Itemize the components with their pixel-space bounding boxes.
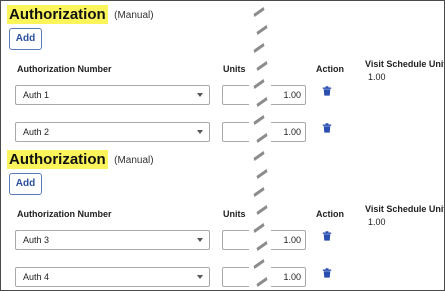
column-header-action: Action [316, 64, 344, 74]
authorization-number-select[interactable]: Auth 3 [15, 230, 210, 250]
authorization-section-manual-2: Authorization (Manual) Add Authorization… [1, 146, 445, 290]
chevron-down-icon [197, 238, 203, 242]
chevron-down-icon [197, 130, 203, 134]
column-header-action: Action [316, 209, 344, 219]
section-header: Authorization (Manual) [7, 5, 154, 24]
authorization-number-selected-value: Auth 2 [23, 127, 50, 137]
section-title-note: (Manual) [114, 155, 154, 166]
trash-icon[interactable] [322, 123, 332, 133]
authorization-section-manual-1: Authorization (Manual) Add Authorization… [1, 1, 445, 146]
authorization-number-selected-value: Auth 4 [23, 272, 50, 282]
visit-schedule-units-value: 1.00 [368, 72, 386, 82]
authorization-number-selected-value: Auth 1 [23, 90, 50, 100]
column-header-authorization-number: Authorization Number [17, 64, 112, 74]
authorization-number-select[interactable]: Auth 1 [15, 85, 210, 105]
trash-icon[interactable] [322, 86, 332, 96]
section-title: Authorization [7, 5, 108, 24]
column-header-authorization-number: Authorization Number [17, 209, 112, 219]
add-authorization-button[interactable]: Add [9, 173, 42, 195]
trash-icon[interactable] [322, 268, 332, 278]
section-header: Authorization (Manual) [7, 150, 154, 169]
column-header-visit-schedule-units: Visit Schedule Units [365, 59, 445, 69]
authorization-number-select[interactable]: Auth 4 [15, 267, 210, 287]
trash-icon[interactable] [322, 231, 332, 241]
screenshot-frame: Authorization (Manual) Add Authorization… [0, 0, 445, 291]
units-value: 1.00 [283, 272, 301, 282]
section-title-note: (Manual) [114, 10, 154, 21]
units-value: 1.00 [283, 90, 301, 100]
column-header-visit-schedule-units: Visit Schedule Units [365, 204, 445, 214]
column-header-units: Units [223, 209, 246, 219]
section-title: Authorization [7, 150, 108, 169]
authorization-number-select[interactable]: Auth 2 [15, 122, 210, 142]
chevron-down-icon [197, 93, 203, 97]
authorization-number-selected-value: Auth 3 [23, 235, 50, 245]
add-authorization-button[interactable]: Add [9, 28, 42, 50]
visit-schedule-units-value: 1.00 [368, 217, 386, 227]
chevron-down-icon [197, 275, 203, 279]
column-header-units: Units [223, 64, 246, 74]
units-value: 1.00 [283, 235, 301, 245]
torn-edge-divider [249, 1, 271, 290]
units-value: 1.00 [283, 127, 301, 137]
